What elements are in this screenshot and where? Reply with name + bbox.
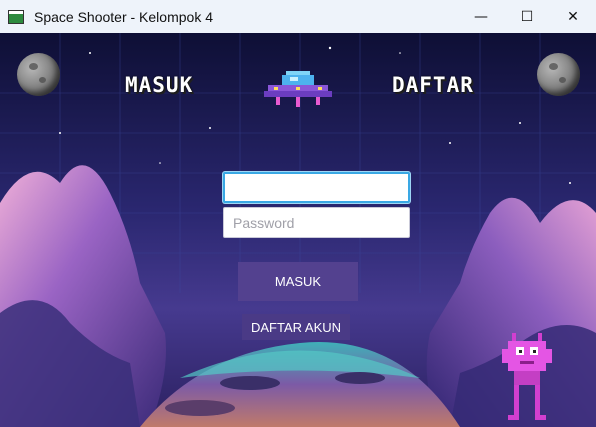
password-input[interactable] xyxy=(223,207,410,238)
alien-icon xyxy=(502,333,552,420)
app-icon xyxy=(8,9,24,24)
moon-icon xyxy=(537,53,580,96)
nav-register[interactable]: DAFTAR xyxy=(392,73,474,97)
close-button[interactable]: ✕ xyxy=(550,0,596,33)
login-button[interactable]: MASUK xyxy=(238,262,358,301)
minimize-icon: — xyxy=(474,8,488,25)
minimize-button[interactable]: — xyxy=(458,0,504,33)
ufo-icon xyxy=(264,71,332,107)
game-scene: MASUK DAFTAR MASUK DAFTAR AKUN xyxy=(0,33,596,427)
window-title: Space Shooter - Kelompok 4 xyxy=(34,8,213,25)
register-account-button[interactable]: DAFTAR AKUN xyxy=(242,314,350,340)
title-bar[interactable]: Space Shooter - Kelompok 4 — ☐ ✕ xyxy=(0,0,596,33)
moon-icon xyxy=(17,53,60,96)
username-input[interactable] xyxy=(223,172,410,203)
maximize-icon: ☐ xyxy=(520,8,534,25)
close-icon: ✕ xyxy=(567,8,579,25)
maximize-button[interactable]: ☐ xyxy=(504,0,550,33)
window-controls: — ☐ ✕ xyxy=(458,0,596,33)
nav-login[interactable]: MASUK xyxy=(125,73,193,97)
app-window: Space Shooter - Kelompok 4 — ☐ ✕ MASUK D… xyxy=(0,0,596,427)
